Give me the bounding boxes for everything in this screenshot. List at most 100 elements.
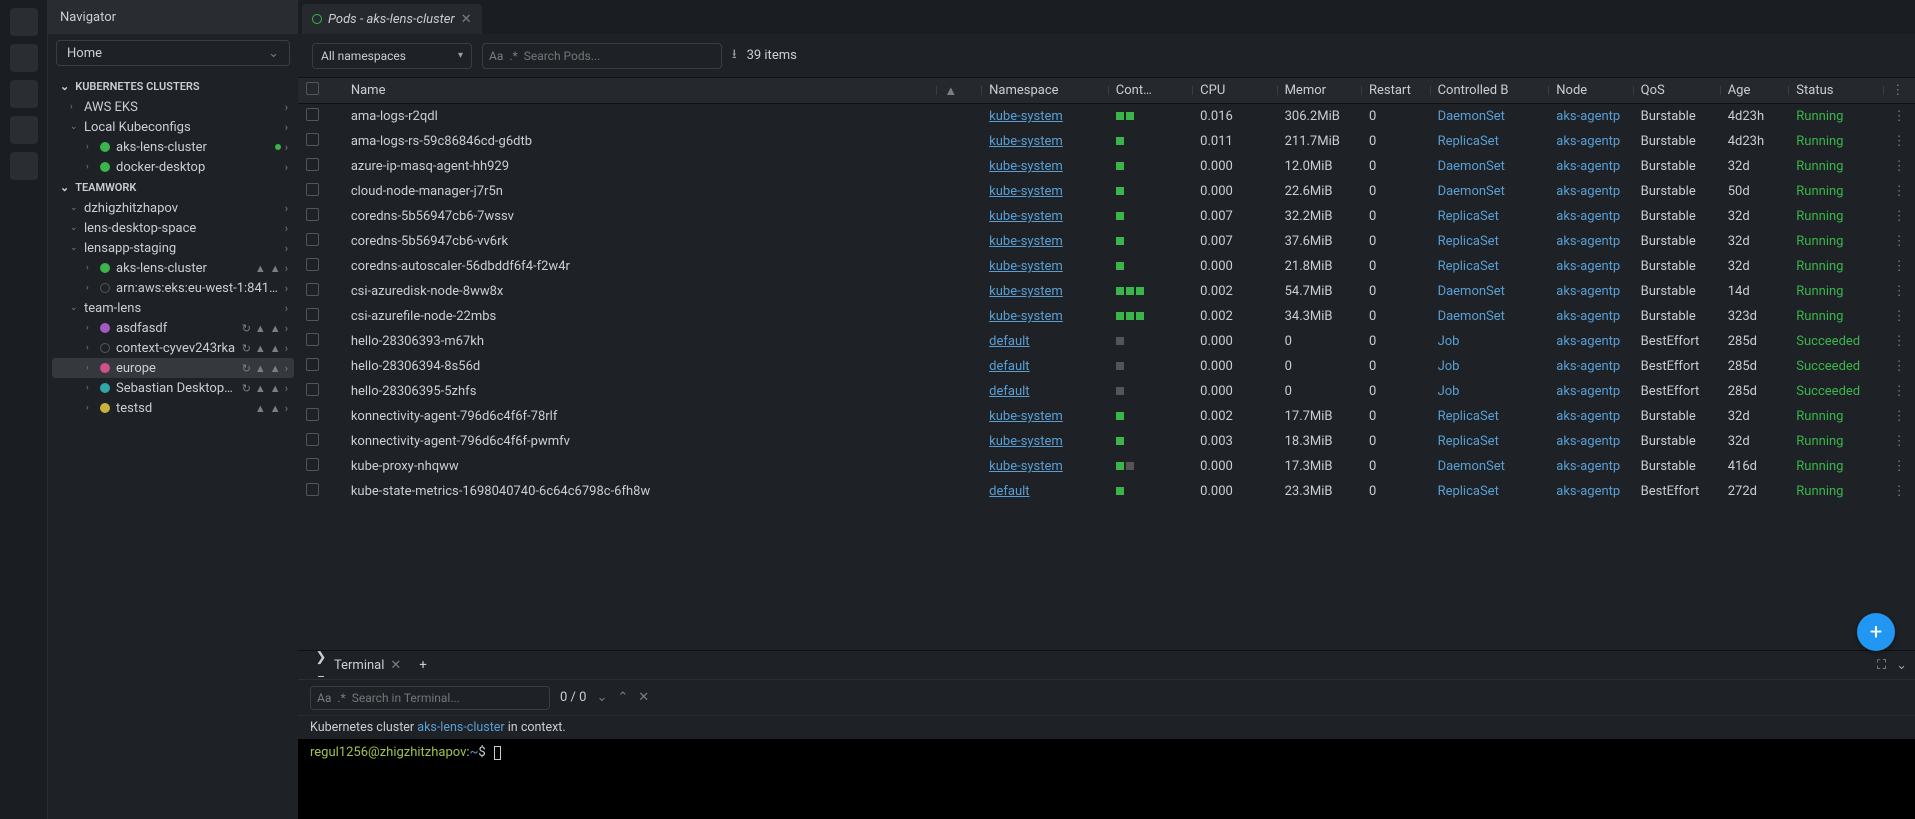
row-checkbox[interactable] xyxy=(306,383,319,396)
controlled-by-link[interactable]: DaemonSet xyxy=(1438,159,1505,174)
col-age[interactable]: Age xyxy=(1720,78,1789,104)
controlled-by-link[interactable]: ReplicaSet xyxy=(1438,209,1499,224)
row-menu[interactable]: ⋮ xyxy=(1883,429,1915,454)
node-link[interactable]: aks-agentp xyxy=(1556,134,1620,149)
row-menu[interactable]: ⋮ xyxy=(1883,154,1915,179)
tab-pods[interactable]: Pods - aks-lens-cluster ✕ xyxy=(302,4,482,34)
download-icon[interactable]: ⭳ xyxy=(732,45,737,67)
row-menu[interactable]: ⋮ xyxy=(1883,329,1915,354)
table-row[interactable]: ama-logs-rs-59c86846cd-g6dtbkube-system0… xyxy=(298,129,1915,154)
table-row[interactable]: azure-ip-masq-agent-hh929kube-system0.00… xyxy=(298,154,1915,179)
row-checkbox[interactable] xyxy=(306,458,319,471)
regex-icon[interactable]: .* xyxy=(337,691,345,705)
row-checkbox[interactable] xyxy=(306,483,319,496)
col-status[interactable]: Status xyxy=(1788,78,1883,104)
row-checkbox[interactable] xyxy=(306,133,319,146)
node-link[interactable]: aks-agentp xyxy=(1556,484,1620,499)
table-row[interactable]: konnectivity-agent-796d6c4f6f-78rlfkube-… xyxy=(298,404,1915,429)
row-menu[interactable]: ⋮ xyxy=(1883,354,1915,379)
row-menu[interactable]: ⋮ xyxy=(1883,404,1915,429)
row-checkbox[interactable] xyxy=(306,358,319,371)
row-checkbox[interactable] xyxy=(306,408,319,421)
controlled-by-link[interactable]: ReplicaSet xyxy=(1438,434,1499,449)
namespace-link[interactable]: kube-system xyxy=(989,109,1063,124)
table-row[interactable]: csi-azurefile-node-22mbskube-system0.002… xyxy=(298,304,1915,329)
table-row[interactable]: kube-state-metrics-1698040740-6c64c6798c… xyxy=(298,479,1915,504)
namespace-link[interactable]: kube-system xyxy=(989,459,1063,474)
namespace-link[interactable]: kube-system xyxy=(989,159,1063,174)
table-row[interactable]: coredns-5b56947cb6-vv6rkkube-system0.007… xyxy=(298,229,1915,254)
terminal-search-input[interactable] xyxy=(352,691,543,705)
controlled-by-link[interactable]: Job xyxy=(1438,334,1460,349)
row-menu[interactable]: ⋮ xyxy=(1883,379,1915,404)
sidebar-item[interactable]: ›aks-lens-cluster› xyxy=(52,137,294,157)
chevron-down-icon[interactable]: ⌄ xyxy=(1896,658,1907,673)
sidebar-item[interactable]: ›AWS EKS› xyxy=(52,97,294,117)
node-link[interactable]: aks-agentp xyxy=(1556,159,1620,174)
teamwork-header[interactable]: ⌄TEAMWORK xyxy=(52,177,294,198)
table-row[interactable]: hello-28306394-8s56ddefault0.00000Jobaks… xyxy=(298,354,1915,379)
col-cpu[interactable]: CPU xyxy=(1192,78,1276,104)
expand-icon[interactable]: ⛶ xyxy=(1877,658,1886,673)
col-checkbox[interactable] xyxy=(298,78,343,104)
node-link[interactable]: aks-agentp xyxy=(1556,434,1620,449)
row-menu[interactable]: ⋮ xyxy=(1883,304,1915,329)
controlled-by-link[interactable]: ReplicaSet xyxy=(1438,259,1499,274)
table-row[interactable]: csi-azuredisk-node-8ww8xkube-system0.002… xyxy=(298,279,1915,304)
row-checkbox[interactable] xyxy=(306,258,319,271)
row-menu[interactable]: ⋮ xyxy=(1883,104,1915,130)
row-checkbox[interactable] xyxy=(306,158,319,171)
node-link[interactable]: aks-agentp xyxy=(1556,109,1620,124)
row-menu[interactable]: ⋮ xyxy=(1883,179,1915,204)
node-link[interactable]: aks-agentp xyxy=(1556,284,1620,299)
namespace-link[interactable]: default xyxy=(989,484,1029,499)
node-link[interactable]: aks-agentp xyxy=(1556,459,1620,474)
row-checkbox[interactable] xyxy=(306,208,319,221)
col-memory[interactable]: Memor xyxy=(1277,78,1361,104)
row-menu[interactable]: ⋮ xyxy=(1883,254,1915,279)
namespace-link[interactable]: default xyxy=(989,334,1029,349)
col-containers[interactable]: Cont… xyxy=(1108,78,1192,104)
row-checkbox[interactable] xyxy=(306,233,319,246)
add-fab[interactable]: + xyxy=(1857,613,1895,651)
controlled-by-link[interactable]: DaemonSet xyxy=(1438,109,1505,124)
terminal-add[interactable]: + xyxy=(413,656,432,675)
namespace-link[interactable]: kube-system xyxy=(989,134,1063,149)
table-row[interactable]: kube-proxy-nhqwwkube-system0.00017.3MiB0… xyxy=(298,454,1915,479)
sidebar-item[interactable]: ›aks-lens-cluster▲▲› xyxy=(52,258,294,278)
node-link[interactable]: aks-agentp xyxy=(1556,309,1620,324)
controlled-by-link[interactable]: Job xyxy=(1438,359,1460,374)
controlled-by-link[interactable]: ReplicaSet xyxy=(1438,134,1499,149)
home-select[interactable]: Home ⌄ xyxy=(56,40,290,66)
table-row[interactable]: hello-28306395-5zhfsdefault0.00000Jobaks… xyxy=(298,379,1915,404)
col-name[interactable]: Name xyxy=(343,78,937,104)
chevron-down-icon[interactable]: ⌄ xyxy=(596,690,607,705)
search-input[interactable] xyxy=(524,49,715,63)
controlled-by-link[interactable]: ReplicaSet xyxy=(1438,409,1499,424)
namespace-link[interactable]: kube-system xyxy=(989,409,1063,424)
sidebar-item[interactable]: ›docker-desktop› xyxy=(52,157,294,177)
row-checkbox[interactable] xyxy=(306,108,319,121)
controlled-by-link[interactable]: DaemonSet xyxy=(1438,184,1505,199)
namespace-link[interactable]: default xyxy=(989,384,1029,399)
controlled-by-link[interactable]: Job xyxy=(1438,384,1460,399)
row-checkbox[interactable] xyxy=(306,333,319,346)
namespace-link[interactable]: kube-system xyxy=(989,434,1063,449)
chevron-up-icon[interactable]: ⌃ xyxy=(617,690,628,705)
row-checkbox[interactable] xyxy=(306,433,319,446)
close-icon[interactable]: ✕ xyxy=(390,658,401,673)
controlled-by-link[interactable]: DaemonSet xyxy=(1438,459,1505,474)
sidebar-item[interactable]: ⌄Local Kubeconfigs› xyxy=(52,117,294,137)
table-row[interactable]: cloud-node-manager-j7r5nkube-system0.000… xyxy=(298,179,1915,204)
sidebar-item[interactable]: ⌄lens-desktop-space› xyxy=(52,218,294,238)
namespace-link[interactable]: kube-system xyxy=(989,234,1063,249)
row-menu[interactable]: ⋮ xyxy=(1883,479,1915,504)
table-row[interactable]: ama-logs-r2qdlkube-system0.016306.2MiB0D… xyxy=(298,104,1915,130)
table-row[interactable]: konnectivity-agent-796d6c4f6f-pwmfvkube-… xyxy=(298,429,1915,454)
namespace-link[interactable]: default xyxy=(989,359,1029,374)
terminal-search[interactable]: Aa .* xyxy=(310,686,550,710)
close-search-icon[interactable]: ✕ xyxy=(638,690,649,705)
row-checkbox[interactable] xyxy=(306,283,319,296)
search-input-wrap[interactable]: Aa .* xyxy=(482,43,722,69)
table-row[interactable]: coredns-autoscaler-56dbddf6f4-f2w4rkube-… xyxy=(298,254,1915,279)
